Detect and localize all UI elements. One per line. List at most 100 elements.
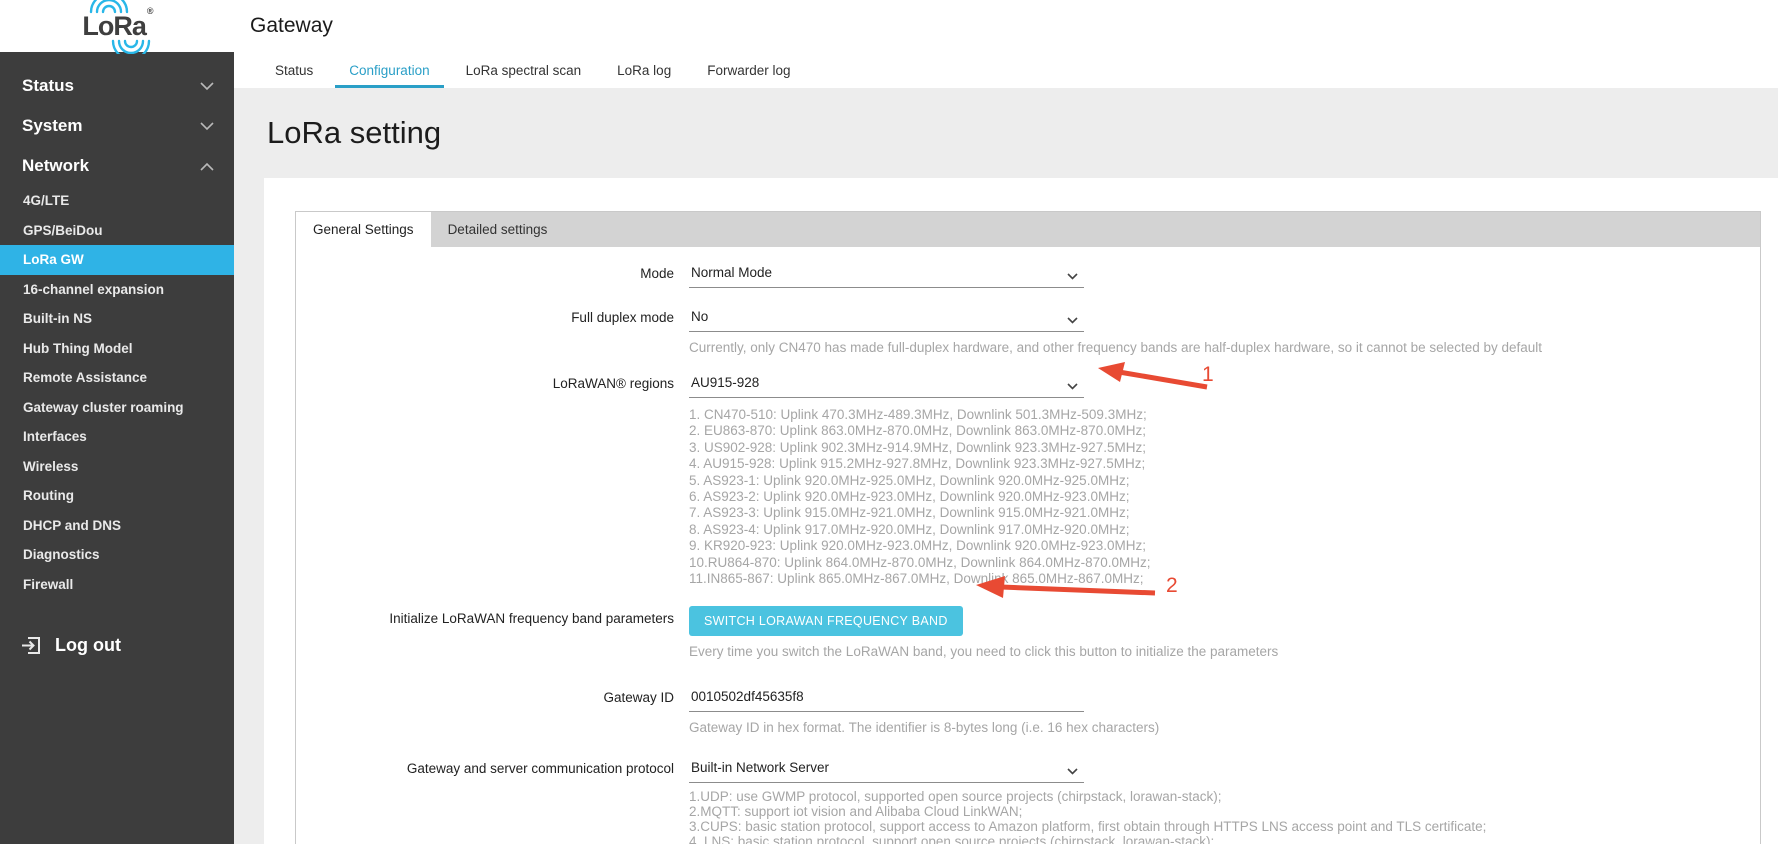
protocol-select[interactable]: Built-in Network Server — [689, 756, 1084, 783]
sidebar-item[interactable]: Gateway cluster roaming — [0, 393, 234, 423]
gateway-id-label: Gateway ID — [296, 685, 689, 705]
regions-help-line: 11.IN865-867: Uplink 865.0MHz-867.0MHz, … — [689, 571, 1760, 587]
settings-card: General Settings Detailed settings Mode … — [295, 211, 1761, 844]
sidebar-item-label: DHCP and DNS — [23, 518, 121, 533]
settings-tabs: General Settings Detailed settings — [296, 212, 1760, 247]
general-settings-form: Mode Normal Mode Full duplex mode — [296, 247, 1760, 844]
protocol-help-line: 4. LNS: basic station protocol, support … — [689, 835, 1760, 844]
regions-select-value: AU915-928 — [691, 375, 759, 390]
gateway-id-input[interactable] — [689, 685, 1084, 712]
page-tab-label: Status — [275, 63, 313, 78]
sidebar-item-label: Gateway cluster roaming — [23, 400, 184, 415]
regions-help-line: 7. AS923-3: Uplink 915.0MHz-921.0MHz, Do… — [689, 505, 1760, 521]
page-tab[interactable]: Configuration — [331, 52, 447, 88]
sidebar-section-network[interactable]: Network — [0, 146, 234, 186]
protocol-label: Gateway and server communication protoco… — [296, 756, 689, 776]
chevron-down-icon — [1067, 312, 1078, 327]
lora-logo: LoRa® — [0, 0, 234, 52]
init-band-help: Every time you switch the LoRaWAN band, … — [689, 644, 1760, 659]
title-band: LoRa setting — [234, 88, 1778, 178]
regions-help-line: 5. AS923-1: Uplink 920.0MHz-925.0MHz, Do… — [689, 473, 1760, 489]
lora-logo-waves-bottom-icon — [108, 39, 154, 54]
regions-select[interactable]: AU915-928 — [689, 371, 1084, 398]
sidebar-item[interactable]: Interfaces — [0, 422, 234, 452]
sidebar-item[interactable]: 16-channel expansion — [0, 275, 234, 305]
sidebar-item[interactable]: LoRa GW — [0, 245, 234, 275]
sidebar-item-label: 4G/LTE — [23, 193, 69, 208]
sidebar: Status System Network 4G/LTE — [0, 52, 234, 844]
full-duplex-label: Full duplex mode — [296, 305, 689, 325]
regions-help-line: 3. US902-928: Uplink 902.3MHz-914.9MHz, … — [689, 440, 1760, 456]
sidebar-item[interactable]: DHCP and DNS — [0, 511, 234, 541]
regions-help-line: 10.RU864-870: Uplink 864.0MHz-870.0MHz, … — [689, 555, 1760, 571]
switch-lorawan-band-button[interactable]: SWITCH LORAWAN FREQUENCY BAND — [689, 606, 963, 636]
chevron-down-icon — [1067, 268, 1078, 283]
sidebar-item[interactable]: Remote Assistance — [0, 363, 234, 393]
page-tab[interactable]: Status — [257, 52, 331, 88]
annotation-step-1: 1 — [1202, 363, 1214, 387]
form-row-gateway-id: Gateway ID Gateway ID in hex format. The… — [296, 685, 1760, 735]
page-tab-label: Configuration — [349, 63, 429, 78]
settings-tab[interactable]: General Settings — [296, 212, 431, 247]
chevron-up-icon — [200, 162, 214, 171]
mode-select-value: Normal Mode — [691, 265, 772, 280]
sidebar-section-status[interactable]: Status — [0, 66, 234, 106]
form-row-regions: LoRaWAN® regions AU915-928 1. CN470-510:… — [296, 371, 1760, 587]
page: LoRa® Gateway Status System — [0, 0, 1778, 844]
full-duplex-help: Currently, only CN470 has made full-dupl… — [689, 340, 1760, 355]
sidebar-item-label: Remote Assistance — [23, 370, 147, 385]
settings-tab[interactable]: Detailed settings — [431, 212, 565, 247]
full-duplex-select-value: No — [691, 309, 708, 324]
regions-help-list: 1. CN470-510: Uplink 470.3MHz-489.3MHz, … — [689, 407, 1760, 587]
page-tab[interactable]: Forwarder log — [689, 52, 808, 88]
mode-select[interactable]: Normal Mode — [689, 261, 1084, 288]
sidebar-item[interactable]: GPS/BeiDou — [0, 216, 234, 246]
regions-help-line: 9. KR920-923: Uplink 920.0MHz-923.0MHz, … — [689, 538, 1760, 554]
page-tab[interactable]: LoRa log — [599, 52, 689, 88]
sidebar-item[interactable]: Hub Thing Model — [0, 334, 234, 364]
regions-help-line: 1. CN470-510: Uplink 470.3MHz-489.3MHz, … — [689, 407, 1760, 423]
regions-help-line: 4. AU915-928: Uplink 915.2MHz-927.8MHz, … — [689, 456, 1760, 472]
sidebar-item-label: Hub Thing Model — [23, 341, 132, 356]
form-row-init-band: Initialize LoRaWAN frequency band parame… — [296, 606, 1760, 659]
page-tab[interactable]: LoRa spectral scan — [448, 52, 600, 88]
mode-label: Mode — [296, 261, 689, 281]
sidebar-item-label: Interfaces — [23, 429, 87, 444]
sidebar-item-label: Diagnostics — [23, 547, 100, 562]
chevron-down-icon — [1067, 763, 1078, 778]
regions-label: LoRaWAN® regions — [296, 371, 689, 391]
logout-button[interactable]: Log out — [0, 625, 234, 665]
regions-help-line: 2. EU863-870: Uplink 863.0MHz-870.0MHz, … — [689, 423, 1760, 439]
page-title: LoRa setting — [267, 115, 441, 151]
form-row-protocol: Gateway and server communication protoco… — [296, 756, 1760, 844]
annotation-step-2: 2 — [1166, 574, 1178, 598]
chevron-down-icon — [200, 122, 214, 131]
app-title: Gateway — [250, 0, 333, 52]
sidebar-item-label: Routing — [23, 488, 74, 503]
sidebar-item[interactable]: Firewall — [0, 570, 234, 600]
sidebar-section-system[interactable]: System — [0, 106, 234, 146]
protocol-help-list: 1.UDP: use GWMP protocol, supported open… — [689, 790, 1760, 844]
protocol-help-line: 2.MQTT: support iot vision and Alibaba C… — [689, 805, 1760, 820]
regions-help-line: 6. AS923-2: Uplink 920.0MHz-923.0MHz, Do… — [689, 489, 1760, 505]
sidebar-network-items: 4G/LTE GPS/BeiDou LoRa GW 16-channel exp… — [0, 186, 234, 599]
settings-tab-label: General Settings — [313, 222, 414, 237]
sidebar-item-label: 16-channel expansion — [23, 282, 164, 297]
top-header: LoRa® Gateway — [0, 0, 1778, 52]
sidebar-item[interactable]: Routing — [0, 481, 234, 511]
logo-text: LoRa — [82, 11, 146, 41]
sidebar-item[interactable]: Diagnostics — [0, 540, 234, 570]
sidebar-item[interactable]: Built-in NS — [0, 304, 234, 334]
sidebar-item-label: Built-in NS — [23, 311, 92, 326]
init-band-label: Initialize LoRaWAN frequency band parame… — [296, 606, 689, 626]
logo-registered-mark: ® — [147, 6, 153, 16]
sidebar-item[interactable]: 4G/LTE — [0, 186, 234, 216]
logout-label: Log out — [55, 635, 121, 656]
form-row-mode: Mode Normal Mode — [296, 261, 1760, 288]
sidebar-item-label: Wireless — [23, 459, 78, 474]
full-duplex-select[interactable]: No — [689, 305, 1084, 332]
sidebar-item[interactable]: Wireless — [0, 452, 234, 482]
sidebar-item-label: GPS/BeiDou — [23, 223, 103, 238]
regions-help-line: 8. AS923-4: Uplink 917.0MHz-920.0MHz, Do… — [689, 522, 1760, 538]
sidebar-item-label: LoRa GW — [23, 252, 84, 267]
